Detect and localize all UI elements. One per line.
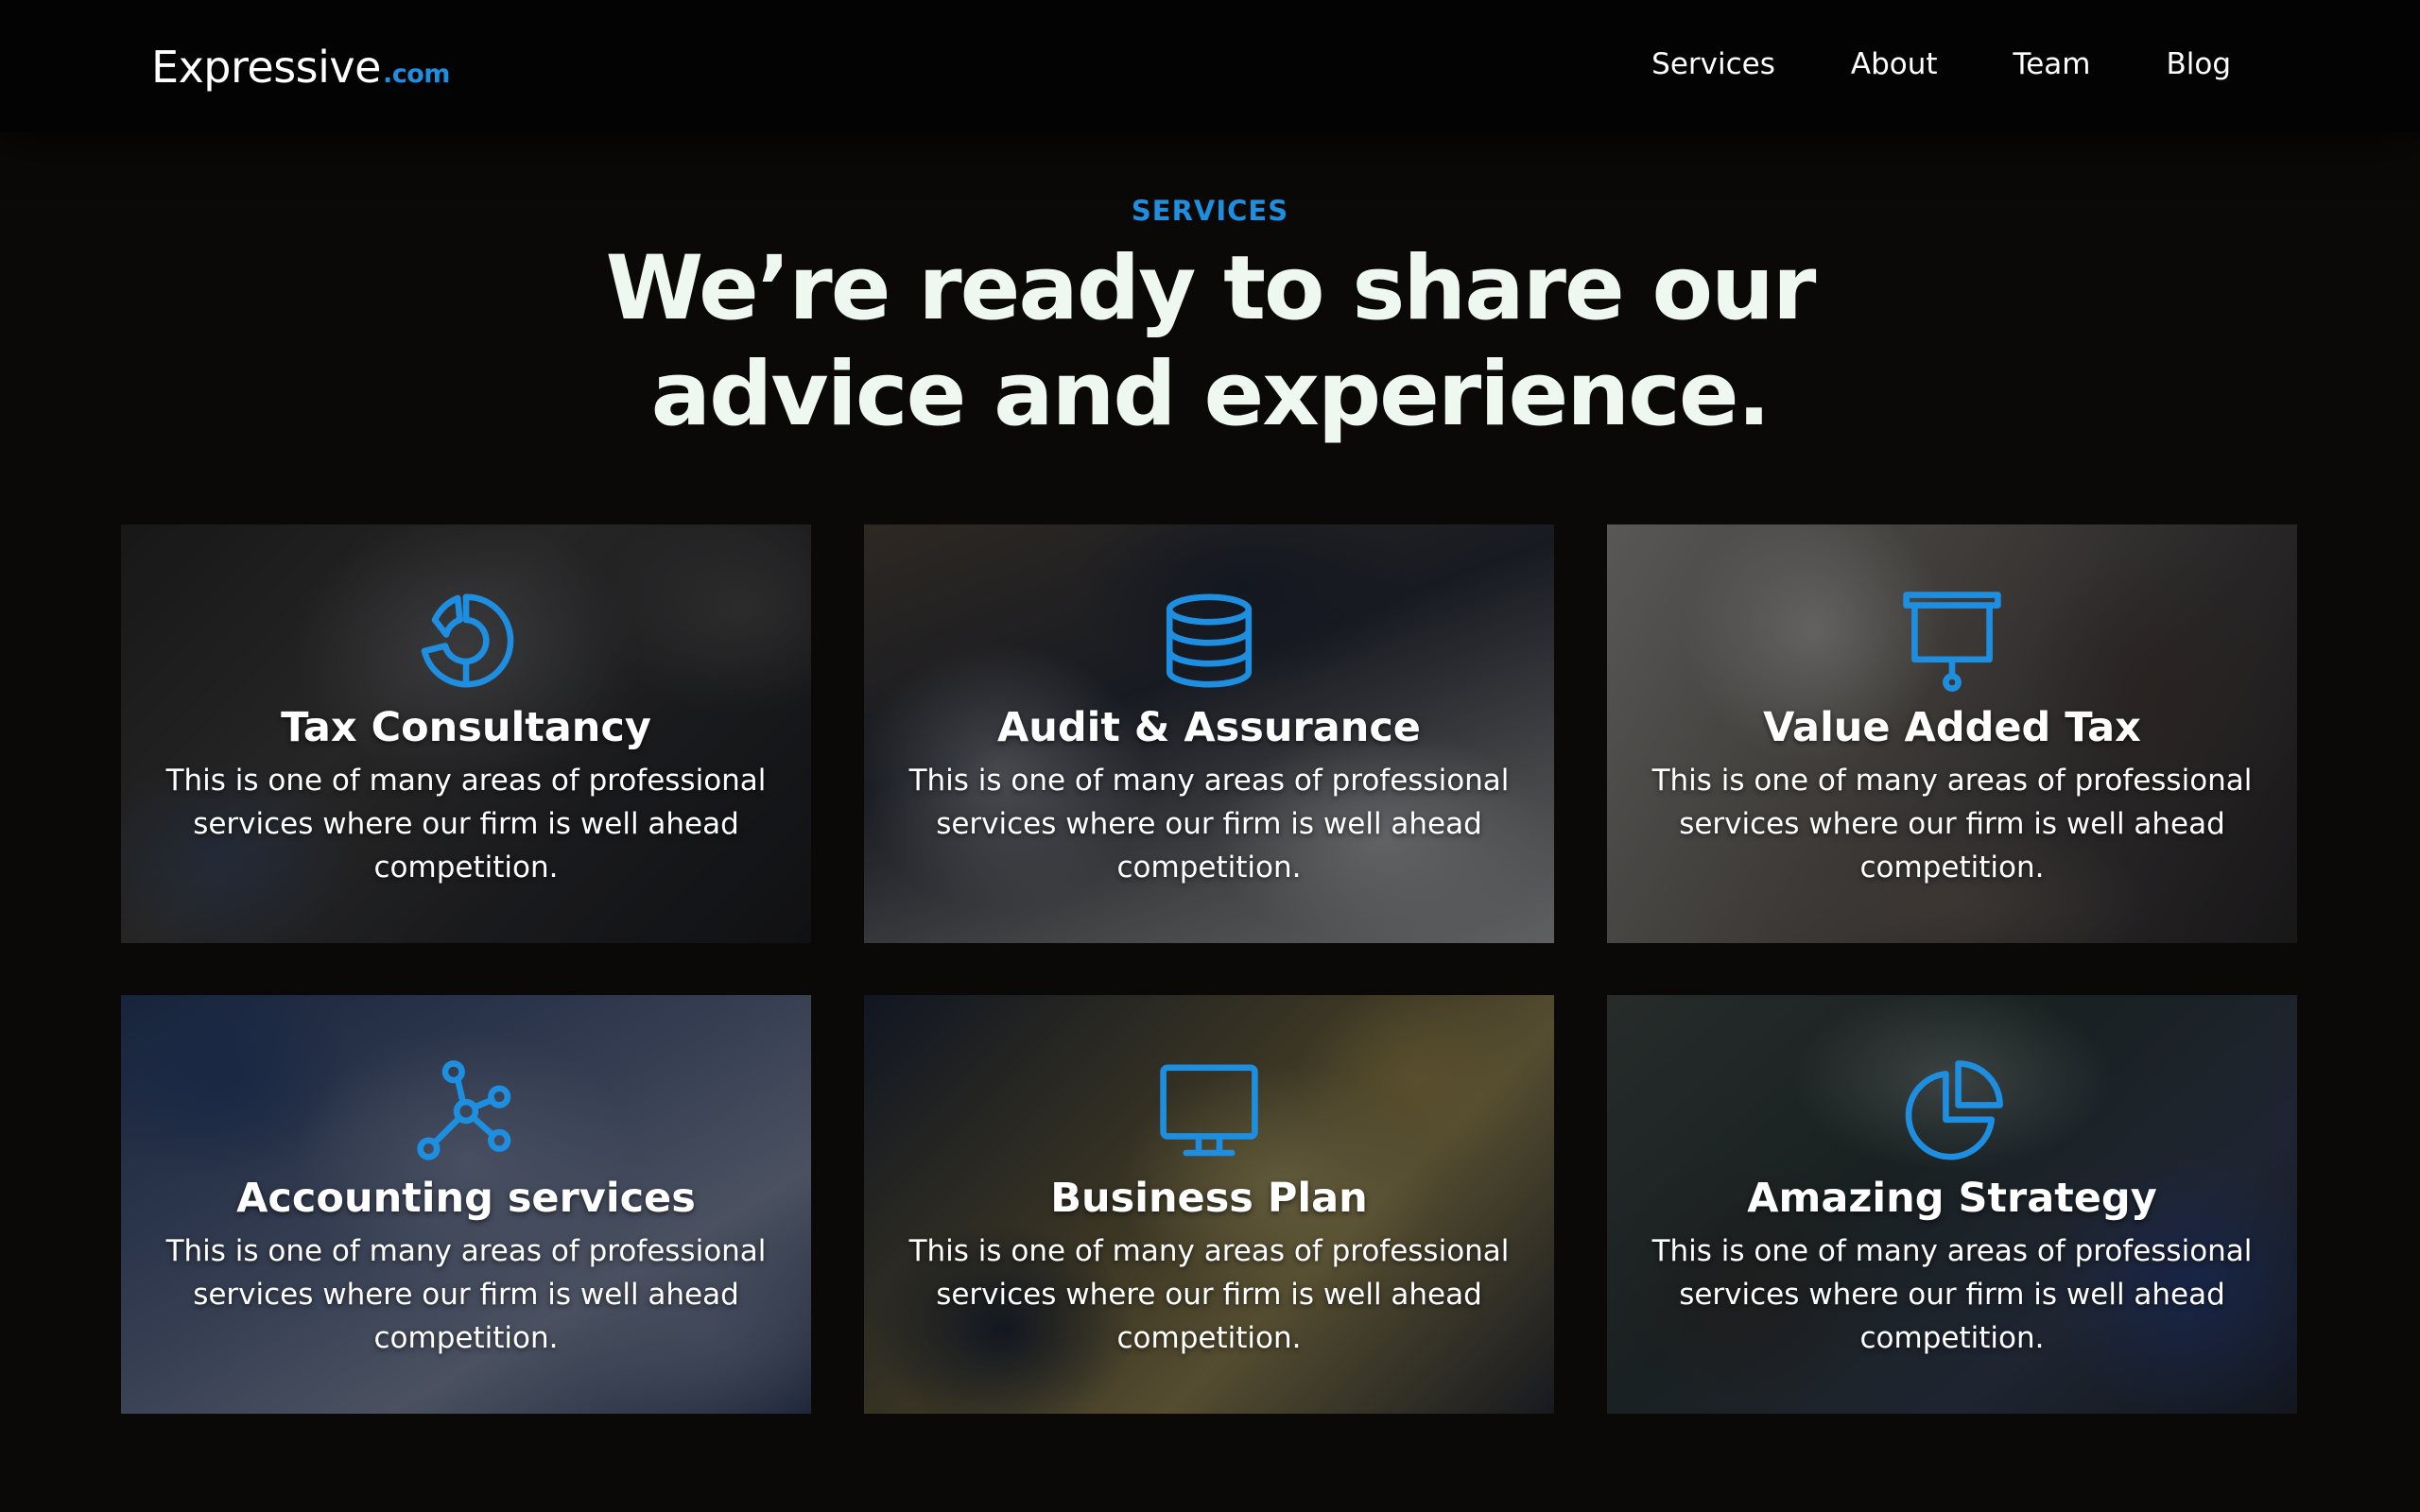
presentation-board-icon [1903,592,2001,692]
nav-link-services[interactable]: Services [1651,47,1775,81]
headline-line-1: We’re ready to share our [605,237,1817,340]
service-title: Tax Consultancy [281,704,651,751]
service-card-business-plan[interactable]: Business Plan This is one of many areas … [864,995,1554,1414]
service-title: Value Added Tax [1763,704,2141,751]
service-description: This is one of many areas of professiona… [1651,764,2253,885]
donut-chart-icon [421,593,514,688]
service-description: This is one of many areas of professiona… [165,1234,767,1355]
service-description: This is one of many areas of professiona… [1651,1234,2253,1355]
service-description: This is one of many areas of professiona… [908,764,1510,885]
service-title: Amazing Strategy [1747,1175,2157,1222]
section-headline: We’re ready to share our advice and expe… [454,236,1966,448]
service-card-amazing-strategy[interactable]: Amazing Strategy This is one of many are… [1607,995,2297,1414]
headline-line-2: advice and experience. [650,343,1772,446]
brand-tld: .com [382,60,450,89]
service-title: Audit & Assurance [997,704,1421,751]
service-card-audit-assurance[interactable]: Audit & Assurance This is one of many ar… [864,524,1554,943]
pie-chart-icon [1905,1060,2003,1160]
nav-link-about[interactable]: About [1851,47,1938,81]
brand-name: Expressive [151,42,381,93]
service-title: Accounting services [236,1175,696,1222]
section-eyebrow: SERVICES [1131,195,1289,227]
site-header: Expressive.com Services About Team Blog [0,0,2420,132]
monitor-icon [1160,1064,1258,1157]
main-nav: Services About Team Blog [1651,47,2231,81]
service-description: This is one of many areas of professiona… [165,764,767,885]
service-card-accounting-services[interactable]: Accounting services This is one of many … [121,995,811,1414]
service-description: This is one of many areas of professiona… [908,1234,1510,1355]
brand-logo[interactable]: Expressive.com [151,42,450,93]
service-card-tax-consultancy[interactable]: Tax Consultancy This is one of many area… [121,524,811,943]
service-title: Business Plan [1050,1175,1368,1222]
nav-link-blog[interactable]: Blog [2166,47,2231,81]
database-icon [1166,593,1253,688]
nav-link-team[interactable]: Team [2014,47,2091,81]
network-nodes-icon [417,1060,511,1160]
service-card-value-added-tax[interactable]: Value Added Tax This is one of many area… [1607,524,2297,943]
services-grid: Tax Consultancy This is one of many area… [121,524,2297,1414]
